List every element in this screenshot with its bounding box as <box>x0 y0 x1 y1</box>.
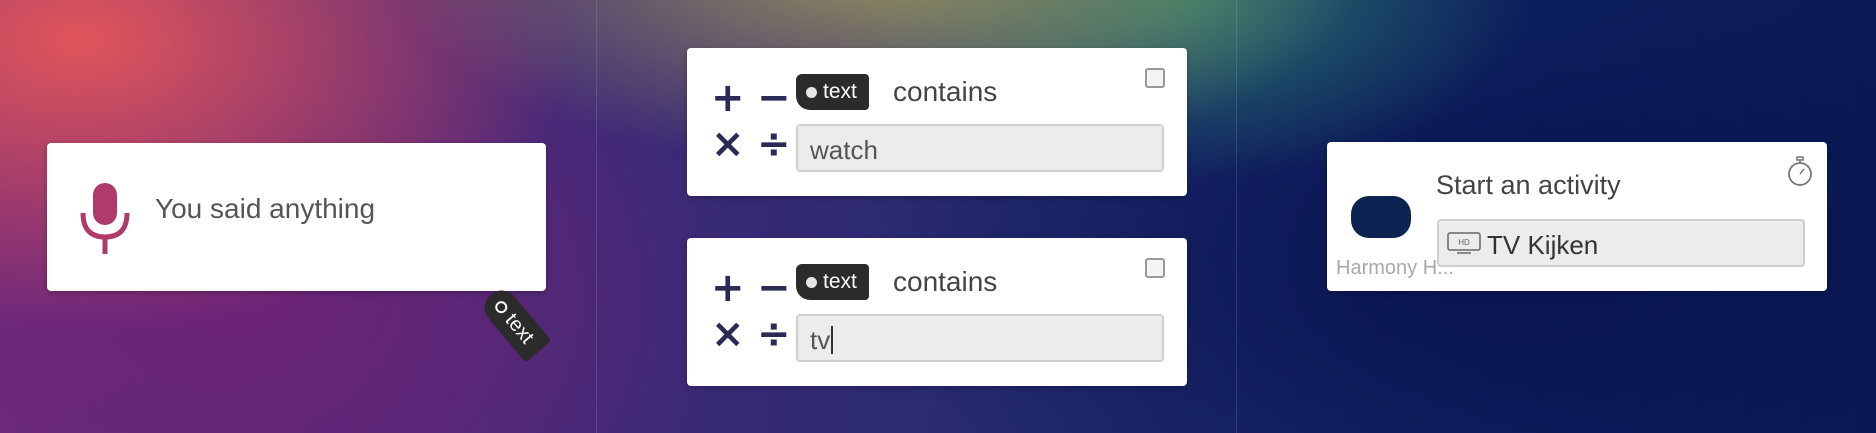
operator-buttons: + − × ÷ <box>707 78 791 174</box>
condition-value-input[interactable]: watch <box>796 124 1164 172</box>
harmony-hub-icon <box>1351 196 1411 238</box>
hd-tv-icon: HD <box>1447 232 1481 254</box>
hd-badge-text: HD <box>1458 238 1470 247</box>
minus-icon[interactable]: − <box>757 78 791 118</box>
tag-dot-icon <box>492 298 510 316</box>
tag-label: text <box>823 80 857 103</box>
condition-checkbox[interactable] <box>1145 68 1165 88</box>
comparison-operator[interactable]: contains <box>893 76 997 108</box>
text-variable-tag[interactable]: text <box>796 264 869 300</box>
times-icon[interactable]: × <box>711 314 745 354</box>
operator-buttons: + − × ÷ <box>707 268 791 364</box>
condition-value: tv <box>810 325 831 355</box>
plus-icon[interactable]: + <box>711 268 745 308</box>
tag-dot-icon <box>806 276 817 288</box>
selected-activity: TV Kijken <box>1487 230 1599 260</box>
plus-icon[interactable]: + <box>711 78 745 118</box>
speech-trigger-label: You said anything <box>155 193 376 224</box>
column-divider <box>596 0 597 433</box>
column-divider <box>1236 0 1237 433</box>
tag-label: text <box>500 308 539 348</box>
activity-action-card[interactable]: Harmony H... Start an activity HD TV Kij… <box>1327 142 1827 291</box>
action-title: Start an activity <box>1436 170 1621 200</box>
activity-select[interactable]: HD TV Kijken <box>1437 219 1805 267</box>
divide-icon[interactable]: ÷ <box>757 314 791 354</box>
minus-icon[interactable]: − <box>757 268 791 308</box>
condition-card[interactable]: + − × ÷ text contains tv <box>687 238 1187 386</box>
text-caret <box>831 326 834 354</box>
stopwatch-icon[interactable] <box>1787 156 1813 186</box>
tag-dot-icon <box>806 86 817 98</box>
times-icon[interactable]: × <box>711 124 745 164</box>
microphone-icon <box>80 183 130 254</box>
text-variable-tag[interactable]: text <box>477 284 552 363</box>
speech-trigger-card[interactable]: You said anything <box>47 143 546 291</box>
comparison-operator[interactable]: contains <box>893 266 997 298</box>
tag-label: text <box>823 270 857 293</box>
condition-value-input[interactable]: tv <box>796 314 1164 362</box>
condition-card[interactable]: + − × ÷ text contains watch <box>687 48 1187 196</box>
condition-checkbox[interactable] <box>1145 258 1165 278</box>
condition-value: watch <box>810 135 878 165</box>
divide-icon[interactable]: ÷ <box>757 124 791 164</box>
text-variable-tag[interactable]: text <box>796 74 869 110</box>
